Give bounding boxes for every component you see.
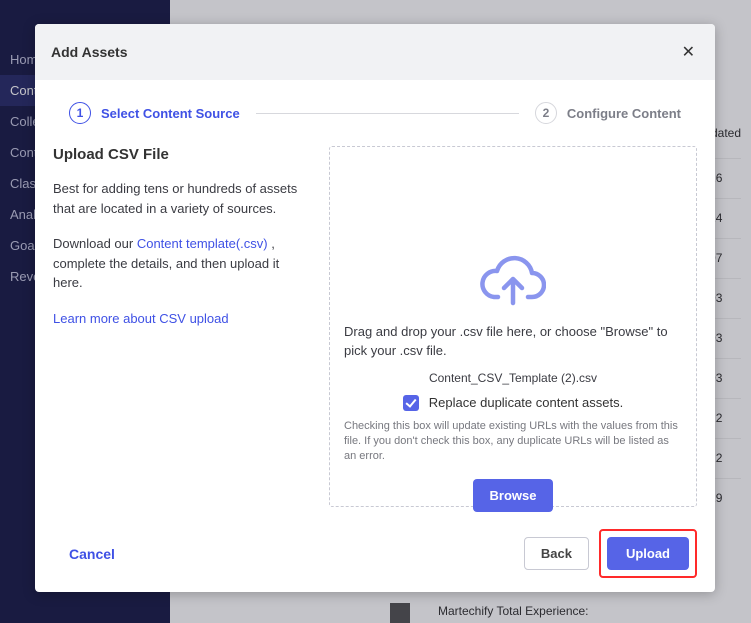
learn-more-link[interactable]: Learn more about CSV upload bbox=[53, 311, 229, 326]
upload-description-panel: Upload CSV File Best for adding tens or … bbox=[53, 138, 311, 517]
checkbox-helper: Checking this box will update existing U… bbox=[344, 419, 682, 465]
content-template-link[interactable]: Content template(.csv) bbox=[137, 236, 268, 251]
step-2-label: Configure Content bbox=[567, 106, 681, 121]
download-prefix: Download our bbox=[53, 236, 137, 251]
back-button[interactable]: Back bbox=[524, 537, 589, 570]
upload-highlight: Upload bbox=[599, 529, 697, 578]
upload-heading: Upload CSV File bbox=[53, 146, 311, 163]
modal-body: Upload CSV File Best for adding tens or … bbox=[35, 134, 715, 517]
step-2[interactable]: 2 Configure Content bbox=[535, 102, 681, 124]
cancel-button[interactable]: Cancel bbox=[53, 540, 131, 568]
replace-duplicates-label: Replace duplicate content assets. bbox=[429, 395, 623, 410]
csv-drop-zone[interactable]: Drag and drop your .csv file here, or ch… bbox=[329, 146, 697, 507]
step-2-number: 2 bbox=[535, 102, 557, 124]
step-1[interactable]: 1 Select Content Source bbox=[69, 102, 240, 124]
modal-footer: Cancel Back Upload bbox=[35, 517, 715, 592]
stepper: 1 Select Content Source 2 Configure Cont… bbox=[35, 80, 715, 134]
drop-inner bbox=[344, 159, 682, 307]
selected-filename: Content_CSV_Template (2).csv bbox=[344, 371, 682, 385]
close-icon[interactable]: ✕ bbox=[678, 38, 699, 66]
add-assets-modal: Add Assets ✕ 1 Select Content Source 2 C… bbox=[35, 24, 715, 592]
browse-button[interactable]: Browse bbox=[473, 479, 554, 512]
download-text: Download our Content template(.csv) , co… bbox=[53, 234, 311, 293]
upload-desc: Best for adding tens or hundreds of asse… bbox=[53, 179, 311, 218]
modal-header: Add Assets ✕ bbox=[35, 24, 715, 80]
step-1-number: 1 bbox=[69, 102, 91, 124]
stepper-line bbox=[256, 113, 519, 114]
upload-button[interactable]: Upload bbox=[607, 537, 689, 570]
cloud-upload-icon bbox=[480, 255, 546, 307]
replace-duplicates-checkbox[interactable] bbox=[403, 395, 419, 411]
drop-text: Drag and drop your .csv file here, or ch… bbox=[344, 323, 682, 361]
modal-title: Add Assets bbox=[51, 44, 128, 60]
step-1-label: Select Content Source bbox=[101, 106, 240, 121]
